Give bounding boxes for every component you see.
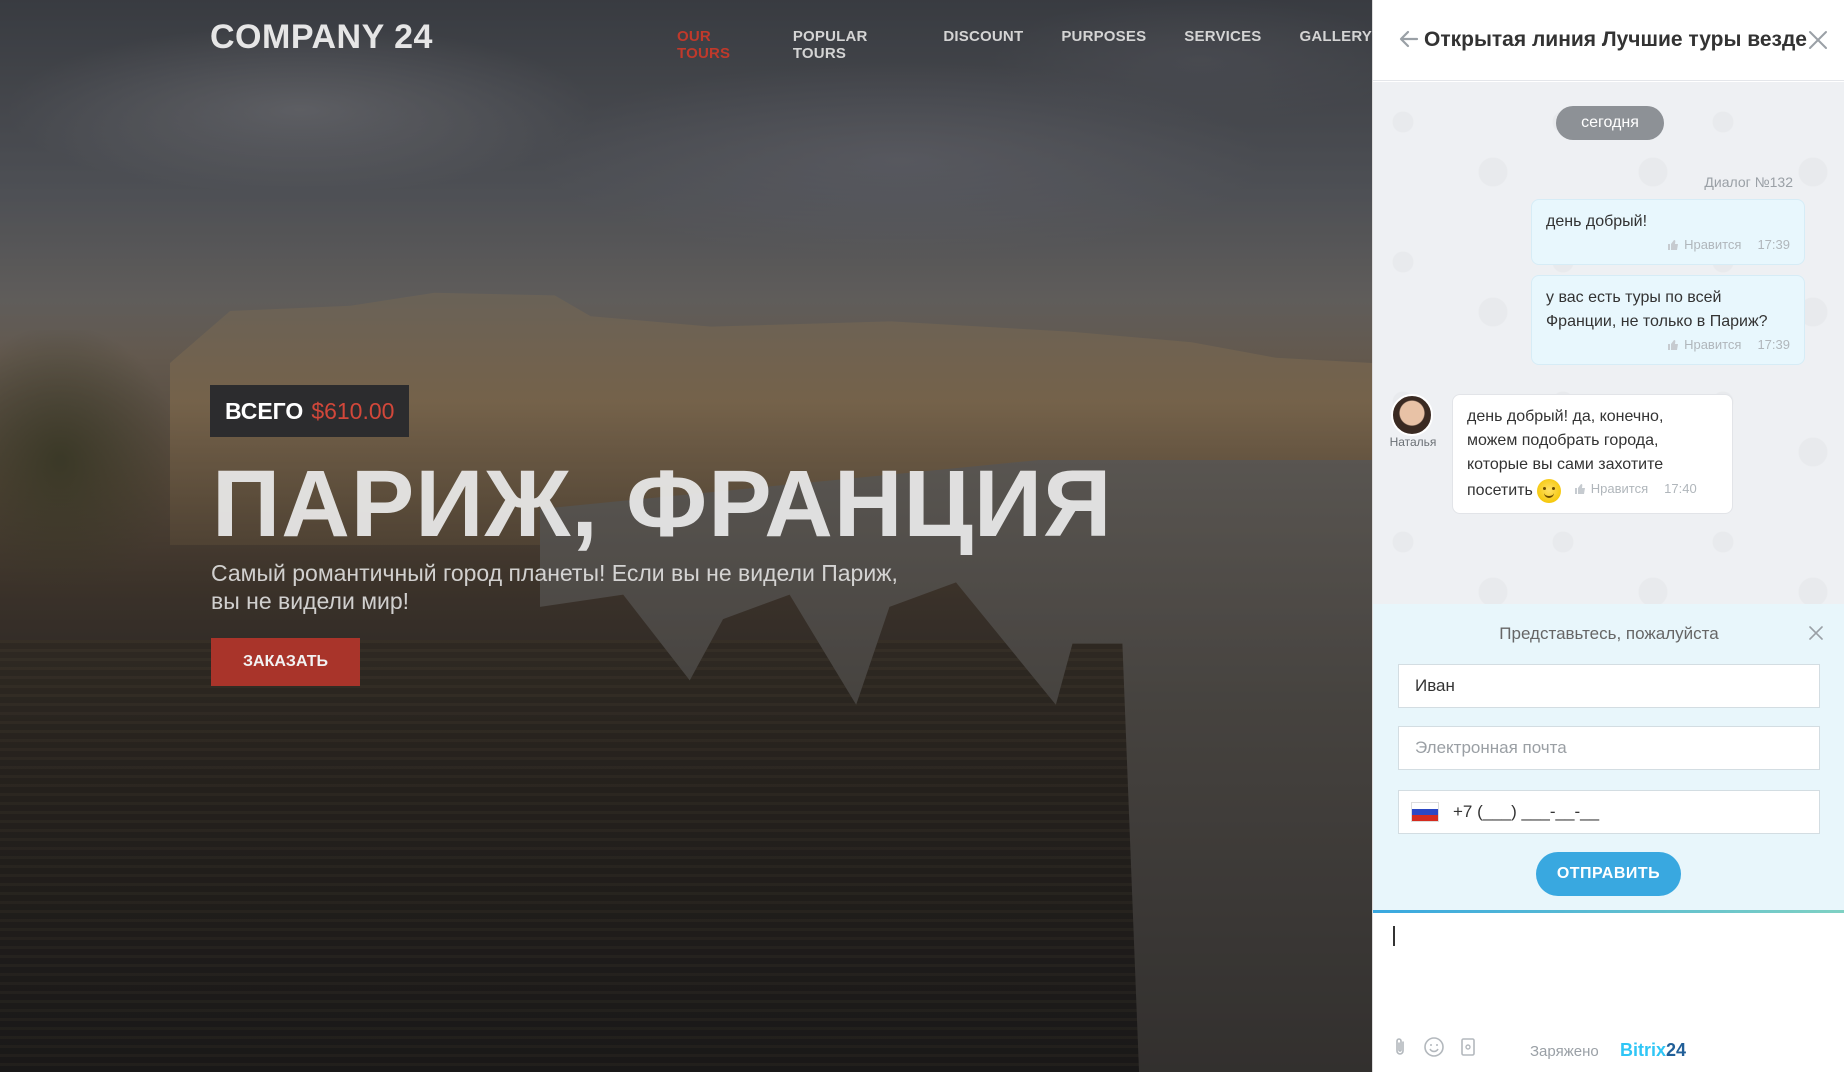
message-text: день добрый!	[1546, 213, 1648, 230]
nav-our-tours[interactable]: OUR TOURS	[677, 28, 755, 62]
message-bubble-operator: день добрый! да, конечно, можем подобрат…	[1452, 394, 1733, 514]
form-icon[interactable]	[1457, 1036, 1479, 1058]
bitrix24-logo[interactable]: Bitrix24	[1620, 1040, 1686, 1061]
brand-name: Bitrix	[1620, 1040, 1667, 1060]
nav-popular-tours[interactable]: POPULAR TOURS	[793, 28, 906, 62]
nav-purposes[interactable]: PURPOSES	[1061, 28, 1146, 62]
name-field[interactable]: Иван	[1398, 664, 1820, 708]
message-time: 17:40	[1664, 481, 1697, 496]
price-amount: $610.00	[311, 397, 395, 424]
main-nav: OUR TOURS POPULAR TOURS DISCOUNT PURPOSE…	[677, 28, 1372, 62]
message-text: у вас есть туры по всей Франции, не толь…	[1546, 289, 1768, 330]
brand-number: 24	[1666, 1040, 1687, 1060]
like-button[interactable]: Нравится	[1574, 477, 1648, 501]
message-bubble: день добрый! Нравится 17:39	[1531, 199, 1805, 265]
like-button[interactable]: Нравится	[1667, 236, 1741, 254]
message-bubble: у вас есть туры по всей Франции, не толь…	[1531, 275, 1805, 365]
operator-name: Наталья	[1389, 435, 1437, 449]
send-button[interactable]: ОТПРАВИТЬ	[1536, 852, 1681, 896]
like-button[interactable]: Нравится	[1667, 336, 1741, 354]
chat-messages[interactable]: сегодня Диалог №132 день добрый! Нравитс…	[1373, 82, 1844, 604]
dialog-number: Диалог №132	[1704, 174, 1793, 190]
chat-title: Открытая линия Лучшие туры везде	[1424, 28, 1807, 51]
close-icon[interactable]	[1808, 625, 1824, 641]
message-time: 17:39	[1757, 237, 1790, 252]
order-button[interactable]: ЗАКАЗАТЬ	[211, 638, 360, 686]
thumbs-up-icon	[1668, 240, 1679, 250]
smiley-icon[interactable]	[1423, 1036, 1445, 1058]
phone-field[interactable]: +7 (___) ___-__-__	[1398, 790, 1820, 834]
chat-header: Открытая линия Лучшие туры везде	[1373, 0, 1844, 81]
intro-form: Представьтесь, пожалуйста Иван Электронн…	[1373, 604, 1844, 913]
like-label: Нравится	[1684, 237, 1742, 252]
message-meta: Нравится 17:39	[1546, 236, 1790, 254]
phone-value: +7 (___) ___-__-__	[1453, 802, 1600, 821]
like-label: Нравится	[1684, 337, 1742, 352]
site-logo[interactable]: COMPANY 24	[210, 18, 433, 57]
operator-avatar	[1391, 394, 1433, 436]
thumbs-up-icon	[1668, 340, 1679, 350]
message-meta: Нравится 17:40	[1574, 477, 1697, 501]
like-label: Нравится	[1590, 481, 1649, 496]
form-title: Представьтесь, пожалуйста	[1499, 624, 1719, 643]
message-input[interactable]	[1373, 913, 1844, 1023]
hero-subtitle: Самый романтичный город планеты! Если вы…	[211, 560, 898, 614]
powered-by-label: Заряжено	[1530, 1043, 1599, 1060]
chat-footer: Заряжено Bitrix24	[1373, 1023, 1844, 1072]
date-separator: сегодня	[1556, 106, 1664, 140]
nav-services[interactable]: SERVICES	[1184, 28, 1261, 62]
price-prefix: ВСЕГО	[225, 397, 304, 424]
email-field[interactable]: Электронная почта	[1398, 726, 1820, 770]
chat-panel: Открытая линия Лучшие туры везде сегодня…	[1372, 0, 1844, 1072]
hero-title: ПАРИЖ, ФРАНЦИЯ	[212, 451, 1113, 557]
smile-emoji-icon	[1537, 478, 1562, 503]
paperclip-icon[interactable]	[1389, 1036, 1411, 1058]
nav-gallery[interactable]: GALLERY	[1299, 28, 1372, 62]
close-icon[interactable]	[1807, 29, 1829, 51]
message-time: 17:39	[1757, 337, 1790, 352]
price-badge: ВСЕГО $610.00	[210, 385, 410, 437]
text-caret	[1393, 926, 1395, 946]
russia-flag-icon[interactable]	[1411, 802, 1439, 822]
back-arrow-icon[interactable]	[1397, 27, 1421, 51]
thumbs-up-icon	[1574, 484, 1585, 494]
message-meta: Нравится 17:39	[1546, 336, 1790, 354]
nav-discount[interactable]: DISCOUNT	[943, 28, 1023, 62]
hero-section: COMPANY 24 OUR TOURS POPULAR TOURS DISCO…	[0, 0, 1372, 1072]
